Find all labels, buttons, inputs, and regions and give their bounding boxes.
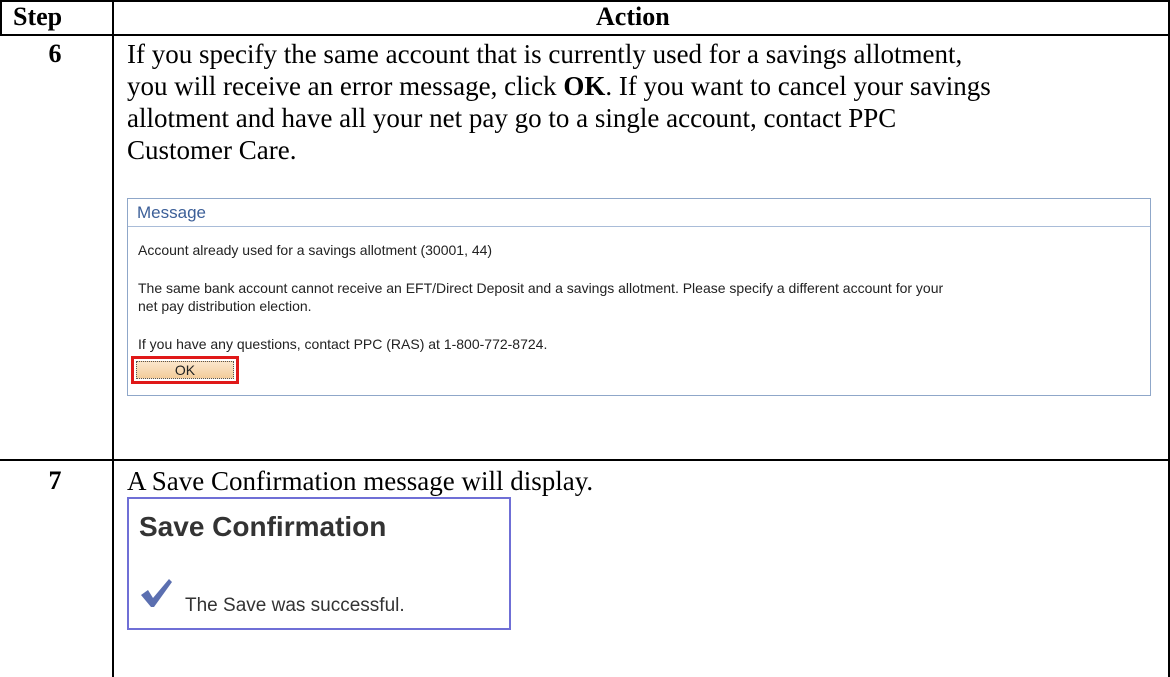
message-line-account-used: Account already used for a savings allot… — [138, 242, 493, 258]
step-number-7: 7 — [48, 466, 62, 495]
save-confirmation-title: Save Confirmation — [139, 511, 387, 542]
step-6-line-1: If you specify the same account that is … — [127, 39, 963, 69]
step-number-6: 6 — [48, 39, 62, 68]
step-7-line-1: A Save Confirmation message will display… — [127, 466, 594, 496]
header-bottom-border — [0, 34, 1170, 36]
step-6-line-2b: . If you want to cancel your savings — [605, 71, 991, 101]
column-divider — [112, 0, 114, 677]
table-top-border — [0, 0, 1170, 2]
step-6-line-2: you will receive an error message, click… — [127, 70, 991, 102]
table-left-border — [0, 0, 2, 34]
message-line-same-account: The same bank account cannot receive an … — [138, 280, 944, 296]
save-success-text: The Save was successful. — [185, 595, 405, 616]
checkmark-icon — [141, 579, 172, 607]
step-6-line-2a: you will receive an error message, click — [127, 71, 564, 101]
message-line-contact: If you have any questions, contact PPC (… — [138, 336, 548, 352]
procedure-table: Step Action 6 If you specify the same ac… — [0, 0, 1170, 677]
step-6-ok-emphasis: OK — [563, 71, 606, 101]
step-6-line-3: allotment and have all your net pay go t… — [127, 103, 897, 133]
header-action: Action — [596, 2, 670, 31]
row-divider — [0, 459, 1170, 461]
step-6-line-4: Customer Care. — [127, 135, 297, 165]
message-title: Message — [128, 199, 1150, 227]
message-dialog: Message Account already used for a savin… — [127, 198, 1151, 396]
save-confirmation-panel: Save Confirmation The Save was successfu… — [127, 497, 511, 630]
ok-highlight-frame: OK — [131, 356, 239, 384]
message-line-net-pay: net pay distribution election. — [138, 298, 312, 314]
ok-button[interactable]: OK — [136, 361, 234, 379]
header-step: Step — [13, 2, 63, 31]
